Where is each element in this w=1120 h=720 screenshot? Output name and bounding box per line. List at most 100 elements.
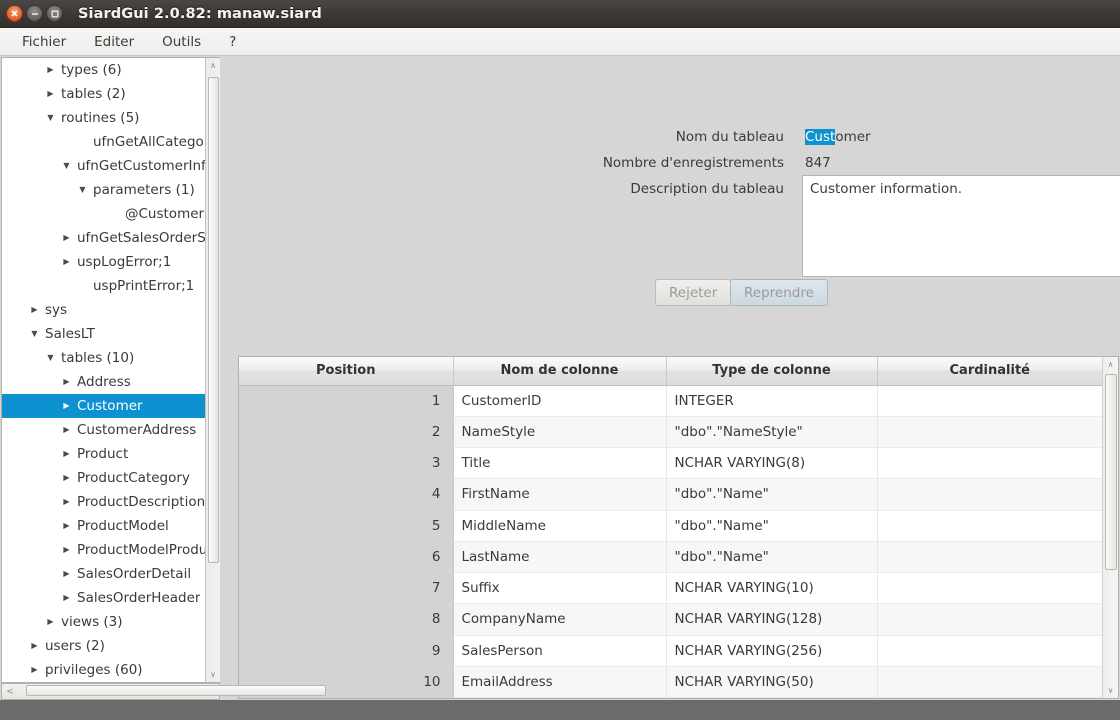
- menu-item-outils[interactable]: Outils: [148, 30, 215, 54]
- tree-node-productmodelprodu[interactable]: ▶ ProductModelProdu: [2, 538, 205, 562]
- tree-node-customer[interactable]: ▶ Customer: [2, 394, 205, 418]
- chevron-right-icon[interactable]: ▶: [60, 498, 73, 506]
- tree-node-sys[interactable]: ▶ sys: [2, 298, 205, 322]
- tree-node-privileges-60[interactable]: ▶ privileges (60): [2, 658, 205, 682]
- table-row[interactable]: 7 Suffix NCHAR VARYING(10): [239, 572, 1102, 605]
- tree-node-routines-5[interactable]: ▼ routines (5): [2, 106, 205, 130]
- menu-item-help[interactable]: ?: [215, 30, 250, 54]
- table-row[interactable]: 1 CustomerID INTEGER: [239, 385, 1102, 417]
- tree-node-ufngetallcategories[interactable]: ▶ufnGetAllCategories: [2, 130, 205, 154]
- chevron-right-icon[interactable]: ▶: [60, 234, 73, 242]
- chevron-down-icon[interactable]: ▼: [44, 114, 57, 122]
- tree-node-parameters-1[interactable]: ▼ parameters (1): [2, 178, 205, 202]
- table-scroll-down-icon[interactable]: ∨: [1103, 683, 1119, 698]
- menu-item-editer[interactable]: Editer: [80, 30, 148, 54]
- table-row[interactable]: 4 FirstName "dbo"."Name": [239, 478, 1102, 511]
- tree-node-productcategory[interactable]: ▶ ProductCategory: [2, 466, 205, 490]
- chevron-right-icon[interactable]: ▶: [60, 258, 73, 266]
- tree-horizontal-scrollbar[interactable]: < >: [1, 683, 326, 700]
- reject-button[interactable]: Rejeter: [655, 279, 732, 306]
- chevron-right-icon[interactable]: ▶: [28, 306, 41, 314]
- tree-hscroll-thumb[interactable]: [26, 685, 326, 696]
- tree-node-tables-2[interactable]: ▶ tables (2): [2, 82, 205, 106]
- tree-node-productdescription[interactable]: ▶ ProductDescription: [2, 490, 205, 514]
- split-pane-divider[interactable]: [220, 56, 238, 700]
- chevron-down-icon[interactable]: ▼: [28, 330, 41, 338]
- tree-node-productmodel[interactable]: ▶ ProductModel: [2, 514, 205, 538]
- chevron-right-icon[interactable]: ▶: [60, 522, 73, 530]
- tree-hscroll-track[interactable]: [18, 683, 326, 700]
- table-row[interactable]: 5 MiddleName "dbo"."Name": [239, 510, 1102, 542]
- table-vertical-scrollbar[interactable]: ∧ ∨: [1102, 357, 1118, 698]
- chevron-right-icon[interactable]: ▶: [60, 450, 73, 458]
- chevron-right-icon[interactable]: ▶: [28, 666, 41, 674]
- chevron-right-icon[interactable]: ▶: [60, 426, 73, 434]
- chevron-down-icon[interactable]: ▼: [44, 354, 57, 362]
- chevron-right-icon[interactable]: ▶: [44, 618, 57, 626]
- tree-node-salesorderheader[interactable]: ▶ SalesOrderHeader: [2, 586, 205, 610]
- resume-button[interactable]: Reprendre: [730, 279, 828, 306]
- database-tree[interactable]: ▶types (6)▶tables (2)▼routines (5)▶ufnGe…: [2, 58, 205, 682]
- scroll-left-icon[interactable]: <: [2, 687, 18, 697]
- tree-node-saleslt[interactable]: ▼ SalesLT: [2, 322, 205, 346]
- chevron-right-icon[interactable]: ▶: [60, 594, 73, 602]
- maximize-window-button[interactable]: [46, 5, 63, 22]
- tree-node-users-2[interactable]: ▶ users (2): [2, 634, 205, 658]
- maximize-icon: [51, 10, 58, 17]
- tree-node-label: uspLogError;1: [77, 254, 172, 270]
- scroll-down-icon[interactable]: ∨: [206, 667, 221, 682]
- close-window-button[interactable]: [6, 5, 23, 22]
- table-scroll-up-icon[interactable]: ∧: [1103, 357, 1119, 372]
- tree-node-usplogerror-1[interactable]: ▶ uspLogError;1: [2, 250, 205, 274]
- table-row[interactable]: 10 EmailAddress NCHAR VARYING(50): [239, 666, 1102, 698]
- chevron-right-icon[interactable]: ▶: [60, 378, 73, 386]
- cell-name: Suffix: [453, 572, 667, 605]
- table-row[interactable]: 9 SalesPerson NCHAR VARYING(256): [239, 635, 1102, 667]
- tree-node-ufngetsalesorderst[interactable]: ▶ ufnGetSalesOrderSt: [2, 226, 205, 250]
- tree-node-uspprinterror-1[interactable]: ▶uspPrintError;1: [2, 274, 205, 298]
- tree-node-tables-10[interactable]: ▼ tables (10): [2, 346, 205, 370]
- cell-position: 8: [239, 603, 454, 636]
- tree-scroll-thumb[interactable]: [207, 77, 219, 563]
- tree-scroll-track[interactable]: [206, 73, 221, 667]
- chevron-right-icon[interactable]: ▶: [44, 90, 57, 98]
- tree-node-ufngetcustomerinfo[interactable]: ▼ ufnGetCustomerInfo: [2, 154, 205, 178]
- tree-node-customerid[interactable]: ▶@CustomerID: [2, 202, 205, 226]
- tree-node-label: ProductModel: [77, 518, 169, 534]
- tree-node-address[interactable]: ▶ Address: [2, 370, 205, 394]
- chevron-right-icon[interactable]: ▶: [60, 474, 73, 482]
- column-header-type[interactable]: Type de colonne: [666, 357, 878, 386]
- chevron-right-icon[interactable]: ▶: [60, 570, 73, 578]
- close-icon: [11, 10, 18, 17]
- column-header-name[interactable]: Nom de colonne: [453, 357, 667, 386]
- chevron-right-icon[interactable]: ▶: [28, 642, 41, 650]
- table-row[interactable]: 2 NameStyle "dbo"."NameStyle": [239, 416, 1102, 449]
- column-header-cardinality[interactable]: Cardinalité: [877, 357, 1102, 386]
- menu-item-fichier[interactable]: Fichier: [8, 30, 80, 54]
- cell-type: "dbo"."Name": [666, 541, 878, 574]
- chevron-down-icon[interactable]: ▼: [60, 162, 73, 170]
- table-scroll-track[interactable]: [1103, 372, 1119, 683]
- table-scroll-thumb[interactable]: [1104, 374, 1117, 570]
- table-row[interactable]: 8 CompanyName NCHAR VARYING(128): [239, 603, 1102, 636]
- scroll-up-icon[interactable]: ∧: [206, 58, 221, 73]
- chevron-down-icon[interactable]: ▼: [76, 186, 89, 194]
- table-row[interactable]: 6 LastName "dbo"."Name": [239, 541, 1102, 574]
- column-header-position[interactable]: Position: [239, 357, 454, 386]
- chevron-right-icon[interactable]: ▶: [60, 402, 73, 410]
- columns-table: Position Nom de colonne Type de colonne …: [239, 357, 1102, 698]
- cell-position: 9: [239, 635, 454, 667]
- description-textarea[interactable]: Customer information.: [802, 175, 1120, 277]
- tree-node-salesorderdetail[interactable]: ▶ SalesOrderDetail: [2, 562, 205, 586]
- tree-node-types-6[interactable]: ▶ types (6): [2, 58, 205, 82]
- chevron-right-icon[interactable]: ▶: [60, 546, 73, 554]
- tree-vertical-scrollbar[interactable]: ∧ ∨: [205, 58, 220, 682]
- minimize-window-button[interactable]: [26, 5, 43, 22]
- tree-node-views-3[interactable]: ▶ views (3): [2, 610, 205, 634]
- table-row[interactable]: 3 Title NCHAR VARYING(8): [239, 447, 1102, 480]
- table-name-value[interactable]: Customer: [805, 129, 871, 145]
- chevron-right-icon[interactable]: ▶: [44, 66, 57, 74]
- tree-node-product[interactable]: ▶ Product: [2, 442, 205, 466]
- tree-node-customeraddress[interactable]: ▶ CustomerAddress: [2, 418, 205, 442]
- tree-scroll-area: ▶types (6)▶tables (2)▼routines (5)▶ufnGe…: [1, 57, 220, 683]
